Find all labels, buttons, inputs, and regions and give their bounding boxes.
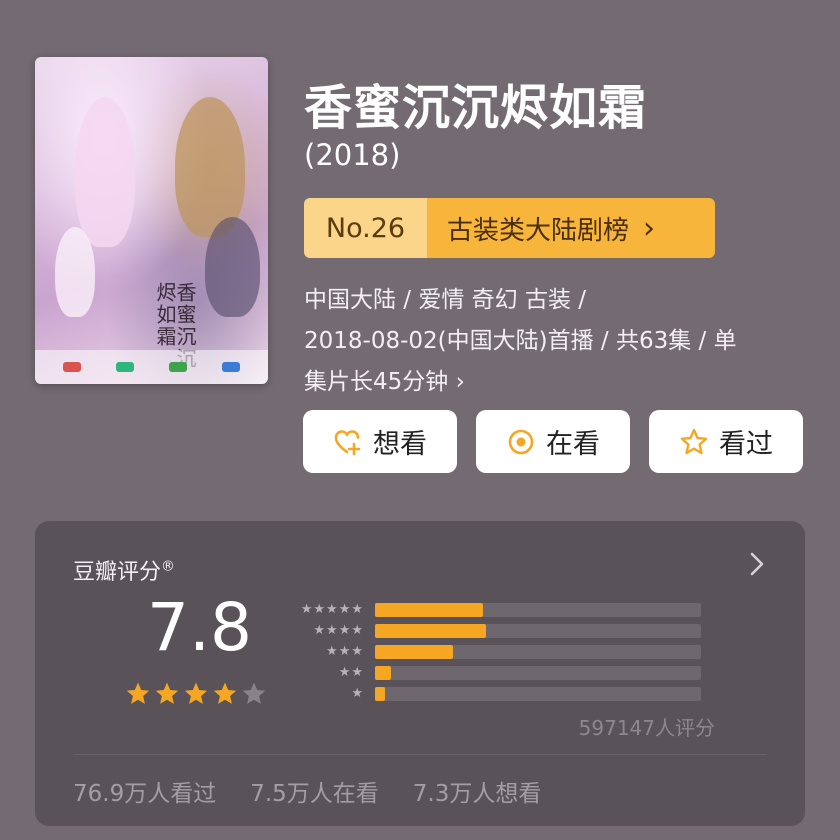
star-empty-icon xyxy=(242,682,266,704)
distribution-star-label: ★ ★ ★ xyxy=(290,645,375,658)
distribution-bar xyxy=(375,623,486,638)
movie-meta[interactable]: 中国大陆 / 爱情 奇幻 古装 / 2018-08-02(中国大陆)首播 / 共… xyxy=(304,280,804,403)
small-star-icon: ★ xyxy=(300,602,313,617)
watching-button[interactable]: 在看 xyxy=(476,410,630,473)
small-star-icon: ★ xyxy=(351,665,363,680)
poster-figure-bottom xyxy=(205,217,260,317)
small-star-icon: ★ xyxy=(326,602,338,617)
poster-logo xyxy=(115,362,134,372)
poster-image[interactable]: 香蜜沉沉烬如霜 xyxy=(35,57,268,384)
small-star-icon: ★ xyxy=(338,644,351,659)
poster-logo xyxy=(222,362,241,372)
small-star-icon: ★ xyxy=(338,665,351,680)
page-title: 香蜜沉沉烬如霜 xyxy=(304,80,648,136)
small-star-icon: ★ xyxy=(313,602,326,617)
meta-line: 集片长45分钟 › xyxy=(304,369,465,395)
rank-badge[interactable]: No.26 古装类大陆剧榜 › xyxy=(304,198,715,258)
distribution-row: ★ ★ xyxy=(290,662,720,683)
poster-figure-right xyxy=(175,97,245,237)
distribution-star-label: ★ ★ xyxy=(290,666,375,679)
distribution-track xyxy=(375,644,701,659)
poster-figure-left xyxy=(75,97,135,247)
watched-label: 看过 xyxy=(719,429,773,460)
rank-list: 古装类大陆剧榜 › xyxy=(427,198,715,258)
divider xyxy=(73,754,767,755)
distribution-row: ★ ★ ★ ★ xyxy=(290,620,720,641)
star-filled-icon xyxy=(213,682,237,704)
want-to-watch-button[interactable]: 想看 xyxy=(303,410,457,473)
distribution-track xyxy=(375,665,701,680)
rank-list-name: 古装类大陆剧榜 xyxy=(447,215,630,246)
chevron-right-icon: › xyxy=(643,210,656,246)
distribution-row: ★ ★ ★ ★ ★ xyxy=(290,599,720,620)
poster-logos xyxy=(35,350,268,384)
distribution-track xyxy=(375,686,701,701)
rating-distribution: ★ ★ ★ ★ ★ ★ ★ ★ ★ ★ ★ ★ ★ ★ ★ xyxy=(290,599,720,704)
rating-card[interactable]: 豆瓣评分® 7.8 ★ ★ ★ ★ ★ ★ ★ ★ ★ ★ ★ ★ ★ ★ ★ 597147人评分 76.9… xyxy=(35,521,805,826)
watching-count[interactable]: 7.5万人在看 xyxy=(250,774,379,808)
small-star-icon: ★ xyxy=(351,623,363,638)
distribution-track xyxy=(375,623,701,638)
star-filled-icon xyxy=(155,682,179,704)
rating-header-text: 豆瓣评分 xyxy=(73,560,162,585)
audience-stats: 76.9万人看过 7.5万人在看 7.3万人想看 xyxy=(73,774,541,808)
watched-button[interactable]: 看过 xyxy=(649,410,803,473)
want-to-watch-label: 想看 xyxy=(373,429,427,460)
rating-score: 7.8 xyxy=(147,589,252,666)
star-filled-icon xyxy=(184,682,208,704)
distribution-star-label: ★ ★ ★ ★ ★ xyxy=(290,603,375,616)
action-buttons: 想看 在看 看过 xyxy=(303,410,803,473)
distribution-row: ★ ★ ★ xyxy=(290,641,720,662)
circle-dot-icon xyxy=(508,429,534,454)
distribution-bar xyxy=(375,602,483,617)
distribution-star-label: ★ ★ ★ ★ xyxy=(290,624,375,637)
chevron-right-icon[interactable] xyxy=(749,551,765,577)
distribution-track xyxy=(375,602,701,617)
small-star-icon: ★ xyxy=(351,602,363,617)
distribution-bar xyxy=(375,665,392,680)
rating-header: 豆瓣评分® xyxy=(73,554,175,586)
watching-label: 在看 xyxy=(546,429,600,460)
poster-logo xyxy=(169,362,188,372)
small-star-icon: ★ xyxy=(351,686,363,701)
small-star-icon: ★ xyxy=(326,623,338,638)
registered-mark: ® xyxy=(161,558,176,575)
poster-figure-small xyxy=(55,227,95,317)
star-filled-icon xyxy=(126,682,150,704)
meta-line: 2018-08-02(中国大陆)首播 / 共63集 / 单 xyxy=(304,328,737,354)
watched-count[interactable]: 76.9万人看过 xyxy=(73,774,216,808)
small-star-icon: ★ xyxy=(338,623,351,638)
small-star-icon: ★ xyxy=(326,644,338,659)
distribution-bar xyxy=(375,686,385,701)
small-star-icon: ★ xyxy=(313,623,326,638)
meta-line: 中国大陆 / 爱情 奇幻 古装 / xyxy=(304,287,587,313)
small-star-icon: ★ xyxy=(351,644,363,659)
distribution-bar xyxy=(375,644,454,659)
release-year: (2018) xyxy=(304,138,401,172)
rank-number: No.26 xyxy=(304,198,427,258)
rating-stars xyxy=(125,681,267,707)
distribution-star-label: ★ xyxy=(290,687,375,700)
want-count[interactable]: 7.3万人想看 xyxy=(413,774,542,808)
rating-count: 597147人评分 xyxy=(578,716,715,740)
poster-logo xyxy=(62,362,81,372)
star-outline-icon xyxy=(680,428,708,454)
distribution-row: ★ xyxy=(290,683,720,704)
heart-plus-icon xyxy=(334,429,361,455)
small-star-icon: ★ xyxy=(338,602,351,617)
